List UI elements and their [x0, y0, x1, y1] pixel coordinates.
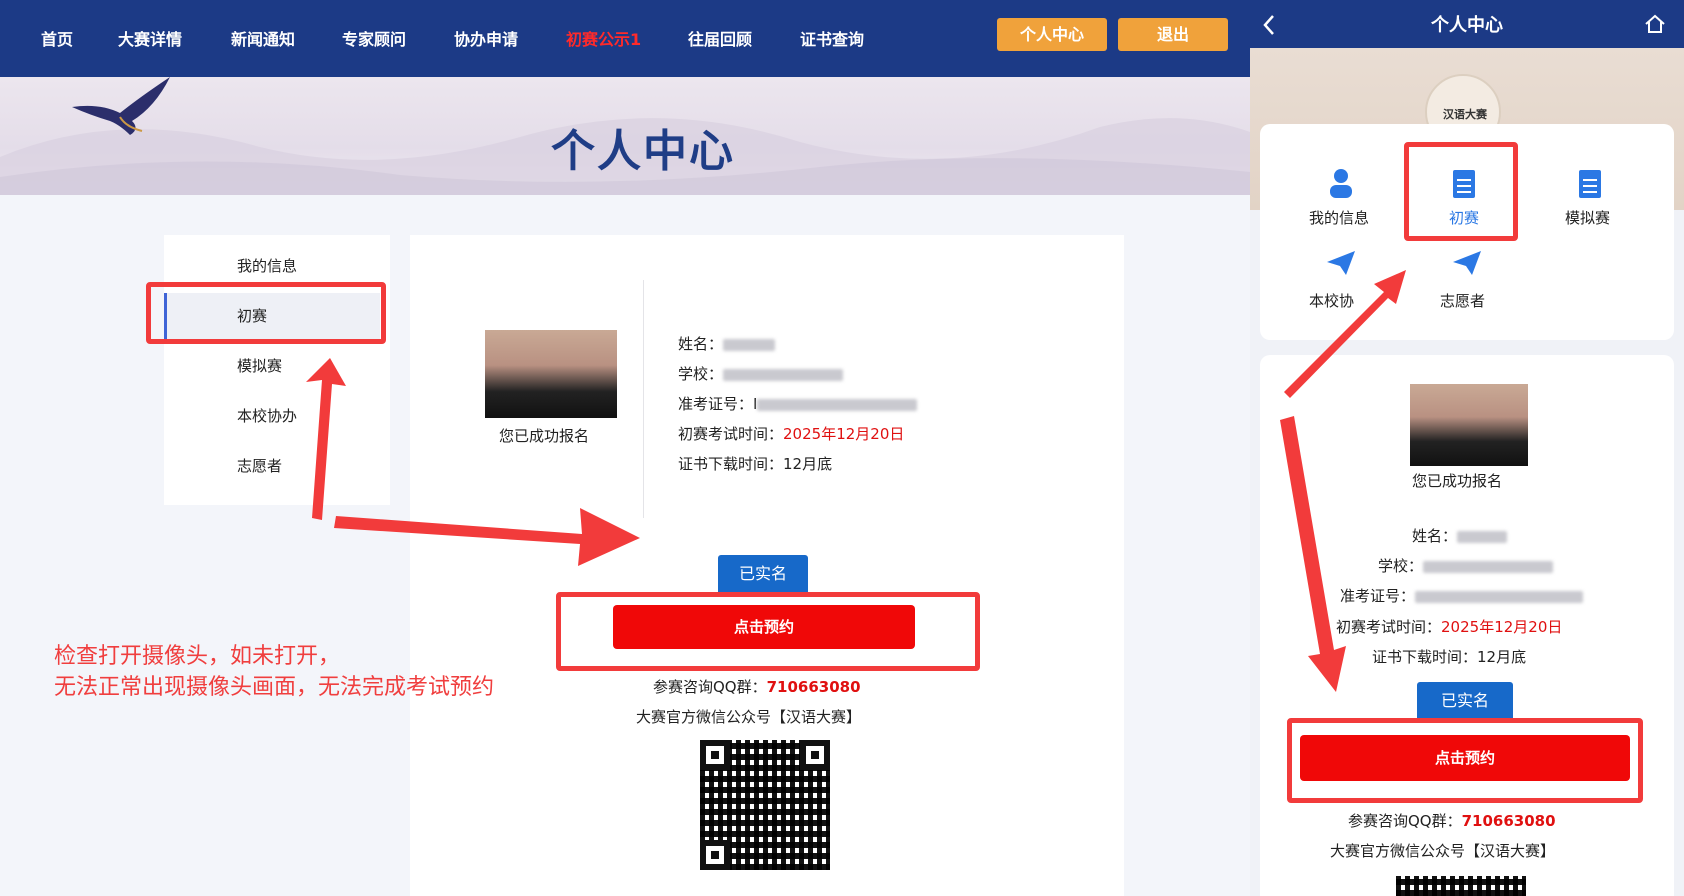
annotation-arrows-mobile	[1280, 270, 1406, 692]
mobile-view: 个人中心 汉语大赛 我的信息 初赛 模拟赛 本校协 志愿者 您已成功报名 姓名：…	[1250, 0, 1684, 896]
annotation-arrows-desktop	[306, 358, 640, 566]
screenshot-root: 首页 大赛详情 新闻通知 专家顾问 协办申请 初赛公示1 往届回顾 证书查询 个…	[0, 0, 1684, 896]
